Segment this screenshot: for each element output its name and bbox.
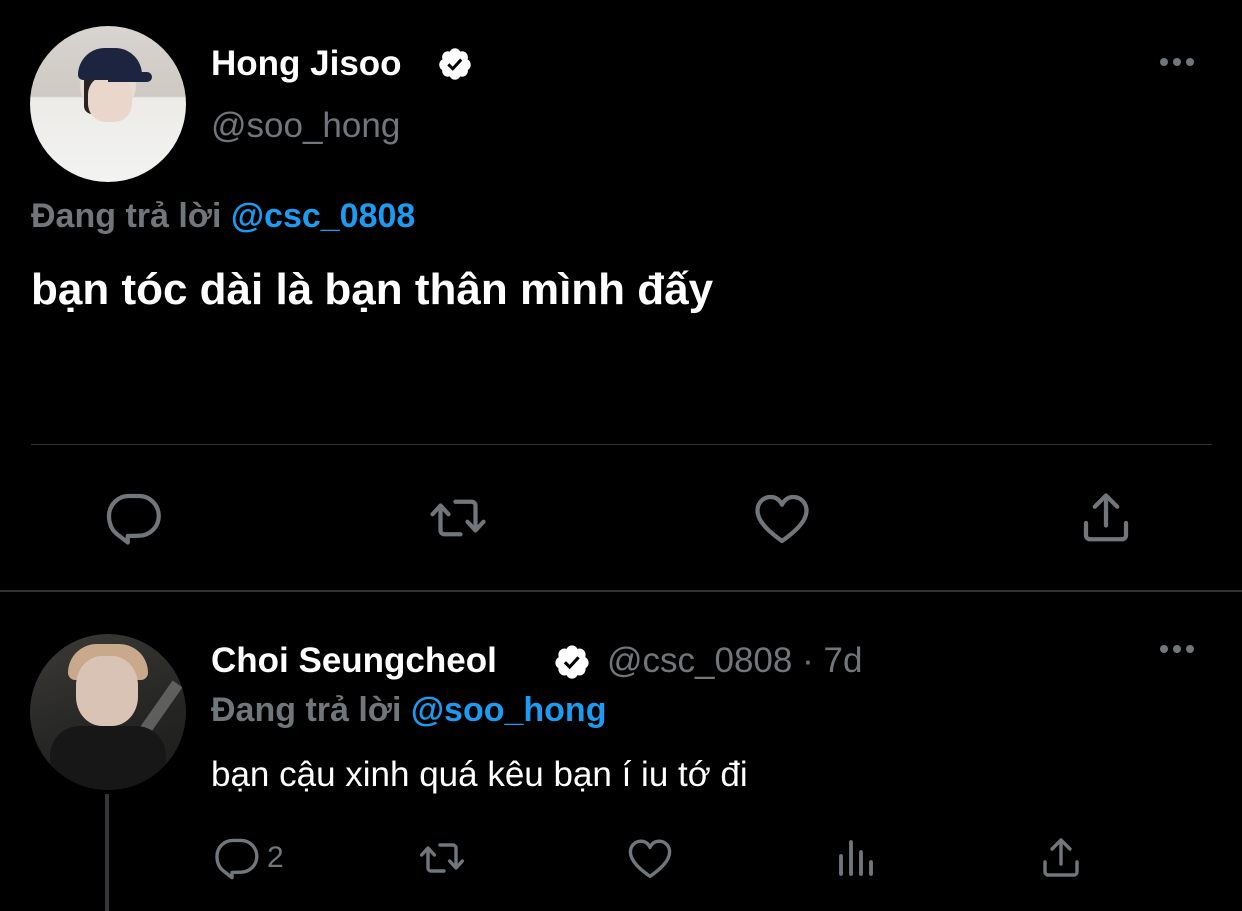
verified-badge-icon [555,645,589,679]
reply-button[interactable] [104,488,164,548]
like-icon [628,839,672,879]
replying-prefix: Đang trả lời [211,691,402,729]
author-avatar[interactable] [30,26,186,182]
more-options-icon[interactable] [1160,58,1194,66]
like-button[interactable] [752,488,812,548]
replying-to: Đang trả lời @csc_0808 [31,197,415,236]
share-icon [1043,838,1079,877]
reply-button[interactable]: 2 [213,834,284,882]
like-button[interactable] [626,834,674,882]
reply-author-name[interactable]: Choi Seungcheol [211,641,497,681]
retweet-icon [430,499,486,537]
more-options-icon[interactable] [1160,645,1194,653]
share-icon [1083,493,1129,542]
retweet-icon [419,843,465,873]
replying-to: Đang trả lời @soo_hong [211,691,606,730]
reply-icon [215,838,259,880]
retweet-button[interactable] [418,834,466,882]
divider [31,444,1212,445]
reply-meta: @csc_0808 · 7d [607,641,862,681]
reply-count: 2 [267,841,284,874]
share-button[interactable] [1076,488,1136,548]
replying-prefix: Đang trả lời [31,197,222,235]
replying-mention-link[interactable]: @csc_0808 [231,197,415,235]
author-name[interactable]: Hong Jisoo [211,44,402,84]
reply-timestamp[interactable]: 7d [823,641,862,680]
author-handle[interactable]: @soo_hong [211,106,400,146]
thread-line [105,794,109,911]
tweet-text: bạn tóc dài là bạn thân mình đấy [31,265,714,314]
analytics-icon [839,840,873,876]
meta-separator: · [802,641,814,680]
reply-author-handle[interactable]: @csc_0808 [607,641,792,680]
reply-icon [106,493,161,545]
replying-mention-link[interactable]: @soo_hong [411,691,607,729]
verified-badge-icon [439,48,471,80]
reply-text: bạn cậu xinh quá kêu bạn í iu tớ đi [211,755,748,794]
analytics-button[interactable] [833,834,881,882]
like-icon [755,494,809,544]
reply-author-avatar[interactable] [30,634,186,790]
share-button[interactable] [1037,834,1085,882]
retweet-button[interactable] [428,488,488,548]
divider [0,590,1242,592]
